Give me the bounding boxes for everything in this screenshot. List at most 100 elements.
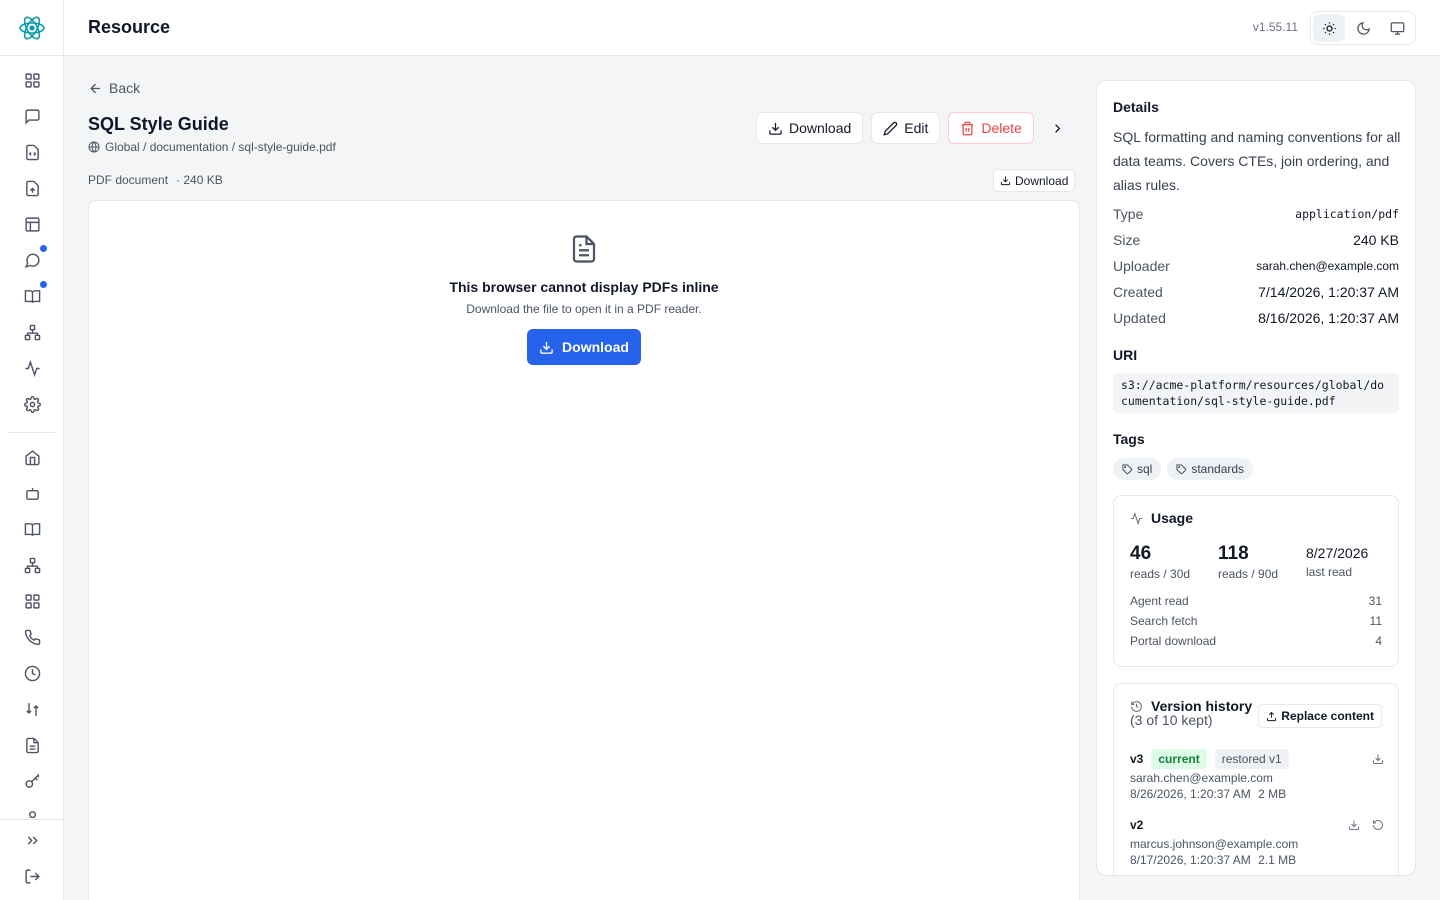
version-item: v3 current restored v1 sarah.chen@exampl…	[1130, 748, 1384, 802]
back-link[interactable]: Back	[88, 80, 140, 96]
page-title: Resource	[88, 17, 171, 37]
book-open-icon[interactable]	[20, 517, 44, 541]
version-label: v1.55.11	[1252, 20, 1298, 34]
description: SQL formatting and naming conventions fo…	[1113, 129, 1401, 193]
network-icon[interactable]	[20, 553, 44, 577]
version-count: (3 of 10 kept)	[1130, 712, 1213, 728]
settings-icon[interactable]	[20, 392, 44, 416]
user-icon[interactable]	[20, 805, 44, 818]
version-size: 2.1 MB	[1258, 853, 1297, 867]
version-number: v3	[1130, 752, 1144, 766]
replace-content-button[interactable]: Replace content	[1258, 704, 1382, 728]
version-number: v2	[1130, 818, 1144, 832]
sidebar	[0, 0, 64, 900]
download-icon[interactable]	[1372, 753, 1384, 765]
expand-icon[interactable]	[20, 828, 44, 852]
restore-icon[interactable]	[1372, 819, 1384, 831]
tag-icon	[1122, 463, 1133, 474]
download-icon	[1000, 176, 1011, 186]
download-icon[interactable]	[1348, 819, 1360, 831]
usage-card: Usage 46 reads / 30d 118 reads / 90d 8/2…	[1113, 495, 1399, 667]
table-icon[interactable]	[20, 212, 44, 236]
file-meta: PDF document · 240 KB	[88, 173, 223, 187]
edit-button[interactable]: Edit	[871, 112, 941, 144]
tag-chip[interactable]: sql	[1113, 458, 1162, 480]
field-created: Created 7/14/2026, 1:20:37 AM	[1113, 284, 1399, 300]
key-icon[interactable]	[20, 769, 44, 793]
clock-icon[interactable]	[20, 661, 44, 685]
chat-icon[interactable]	[20, 104, 44, 128]
upload-icon	[1267, 711, 1277, 721]
tag-icon	[1176, 463, 1187, 474]
version-user: marcus.johnson@example.com	[1130, 837, 1299, 851]
usage-heading: Usage	[1130, 510, 1193, 526]
viewer-message-title: This browser cannot display PDFs inline	[449, 279, 719, 295]
usage-row: Agent read 31	[1130, 594, 1382, 608]
file-size: · 240 KB	[176, 173, 223, 187]
moon-icon	[1356, 21, 1370, 35]
version-size: 2 MB	[1258, 787, 1287, 801]
dark-theme-button[interactable]	[1347, 14, 1379, 42]
field-size: Size 240 KB	[1113, 232, 1399, 248]
version-item: v2 marcus.johnson@example.com 8/17/2026,…	[1130, 814, 1384, 868]
viewer-download-button[interactable]: Download	[993, 169, 1076, 192]
delete-button[interactable]: Delete	[948, 112, 1034, 144]
hierarchy-icon[interactable]	[20, 320, 44, 344]
field-type: Type application/pdf	[1113, 206, 1399, 222]
pdf-viewer: This browser cannot display PDFs inline …	[88, 200, 1080, 900]
activity-icon	[1131, 511, 1142, 525]
stat-reads-90d: 118 reads / 90d	[1218, 543, 1279, 581]
upload-file-icon[interactable]	[20, 176, 44, 200]
download-icon	[769, 122, 782, 135]
monitor-icon	[1390, 21, 1404, 35]
bot-icon[interactable]	[20, 481, 44, 505]
compare-icon[interactable]	[20, 697, 44, 721]
system-theme-button[interactable]	[1381, 14, 1413, 42]
stat-last-read: 8/27/2026 last read	[1306, 545, 1369, 579]
tag-chip[interactable]: standards	[1167, 458, 1254, 480]
file-kind: PDF document	[88, 173, 169, 187]
details-panel: Details SQL formatting and naming conven…	[1096, 80, 1416, 876]
usage-row: Portal download 4	[1130, 634, 1382, 648]
details-heading: Details	[1113, 99, 1159, 115]
message-icon[interactable]	[20, 245, 47, 272]
file-text-icon	[569, 233, 599, 265]
tags-heading: Tags	[1113, 431, 1145, 447]
breadcrumb-path: Global / documentation / sql-style-guide…	[105, 140, 336, 154]
tag-list: sql standards	[1113, 458, 1254, 480]
dashboard-icon[interactable]	[20, 68, 44, 92]
breadcrumb: Global / documentation / sql-style-guide…	[88, 140, 336, 154]
apps-icon[interactable]	[20, 589, 44, 613]
logout-icon[interactable]	[20, 864, 44, 888]
field-updated: Updated 8/16/2026, 1:20:37 AM	[1113, 310, 1399, 326]
version-date: 8/26/2026, 1:20:37 AM	[1130, 787, 1251, 801]
primary-download-button[interactable]: Download	[527, 329, 641, 365]
phone-icon[interactable]	[20, 625, 44, 649]
history-icon	[1131, 700, 1142, 712]
light-theme-button[interactable]	[1313, 14, 1345, 42]
home-icon[interactable]	[20, 445, 44, 469]
arrow-left-icon	[90, 83, 100, 93]
usage-row: Search fetch 11	[1130, 614, 1382, 628]
viewer-message-subtitle: Download the file to open it in a PDF re…	[466, 302, 702, 316]
sun-icon	[1322, 21, 1336, 35]
book-icon[interactable]	[20, 281, 47, 308]
document-icon[interactable]	[20, 733, 44, 757]
activity-icon[interactable]	[20, 356, 44, 380]
code-file-icon[interactable]	[20, 140, 44, 164]
pencil-icon	[883, 121, 898, 136]
version-date: 8/17/2026, 1:20:37 AM	[1130, 853, 1251, 867]
download-button[interactable]: Download	[756, 112, 864, 144]
restored-badge: restored v1	[1214, 749, 1289, 769]
back-label: Back	[109, 80, 141, 96]
version-user: sarah.chen@example.com	[1130, 771, 1273, 785]
resource-title: SQL Style Guide	[88, 114, 229, 134]
download-icon	[540, 341, 553, 354]
stat-reads-30d: 46 reads / 30d	[1130, 543, 1191, 581]
uri-value: s3://acme-platform/resources/global/docu…	[1113, 373, 1399, 413]
chevron-right-icon[interactable]	[1046, 112, 1070, 144]
logo-icon[interactable]	[18, 14, 46, 42]
globe-icon	[88, 141, 100, 153]
current-badge: current	[1151, 749, 1207, 769]
top-bar: Resource v1.55.11	[64, 0, 1440, 56]
